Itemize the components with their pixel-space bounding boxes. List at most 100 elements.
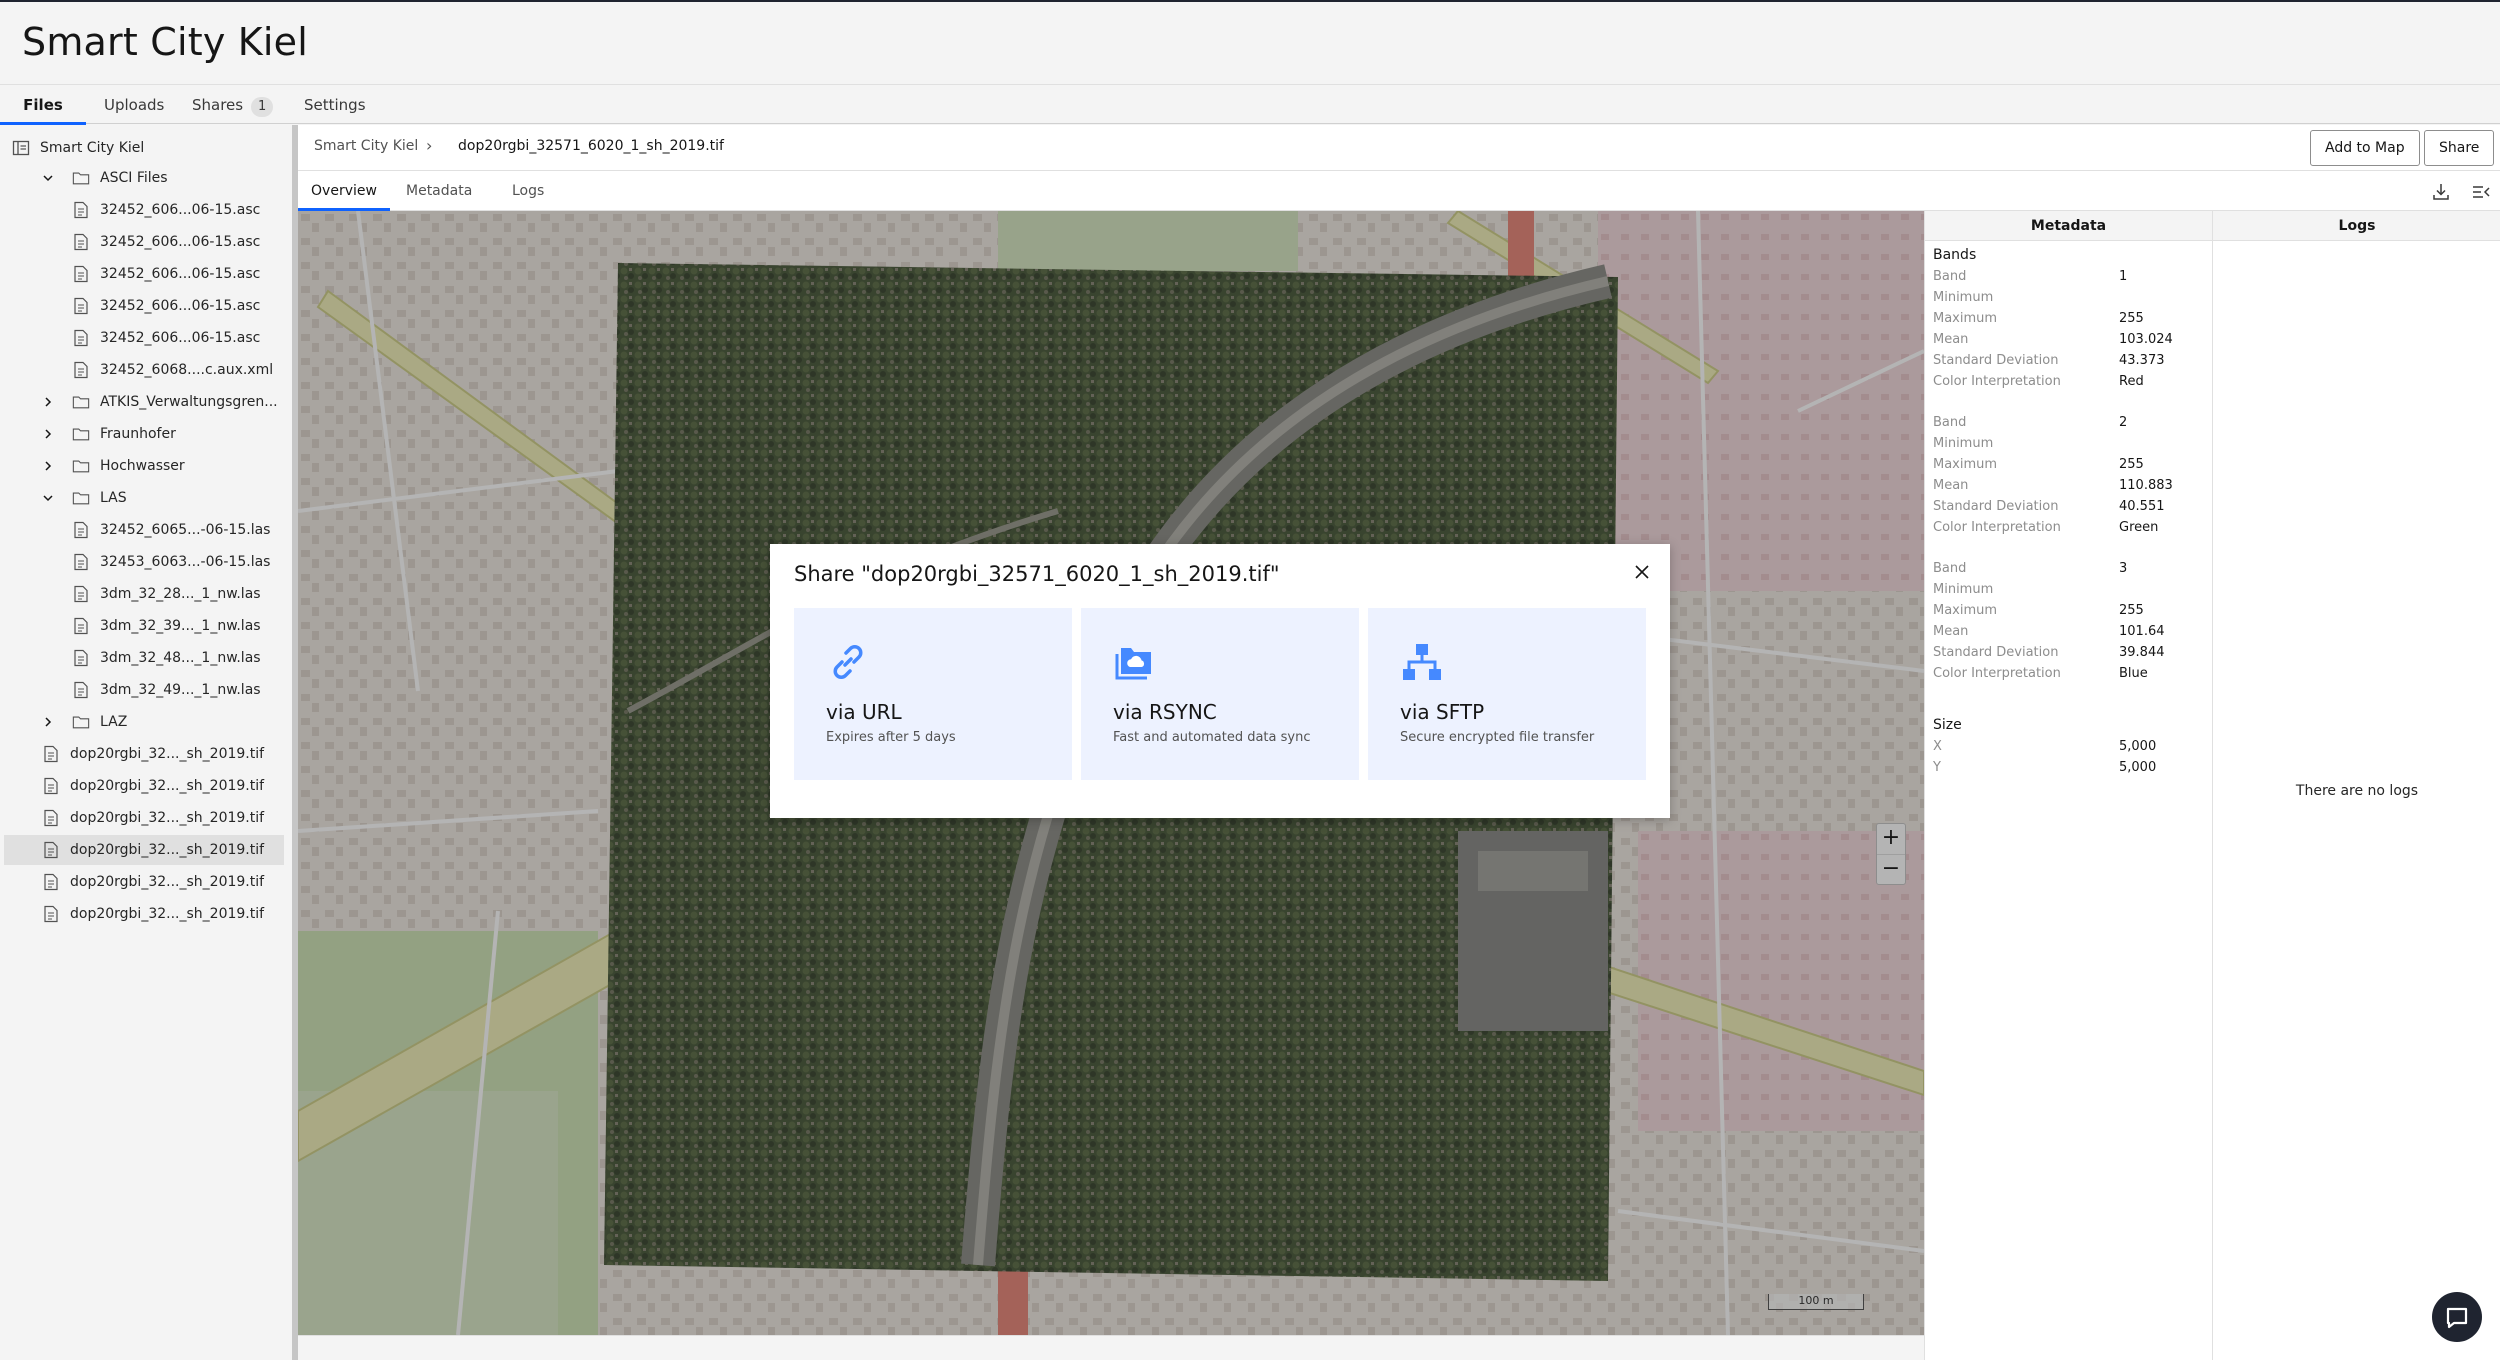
meta-value: Red (2119, 374, 2144, 389)
info-panel: Metadata Bands Band 1 Minimum Maximum 255 Mea… (1924, 211, 2500, 1360)
tree-file[interactable]: dop20rgbi_32..._sh_2019.tif (4, 899, 284, 929)
share-via-sftp-title: via SFTP (1400, 700, 1485, 724)
chevron-right-icon[interactable] (40, 426, 56, 442)
metadata-heading: Metadata (1925, 211, 2212, 241)
tree-item-label: 32452_606...06-15.asc (100, 298, 261, 314)
tab-shares[interactable]: Shares 1 (192, 85, 274, 125)
download-icon[interactable] (2430, 181, 2452, 203)
tree-file[interactable]: 32452_606...06-15.asc (4, 195, 284, 225)
add-to-map-button[interactable]: Add to Map (2310, 130, 2420, 166)
chevron-right-icon[interactable] (40, 714, 56, 730)
tree-item-label: dop20rgbi_32..._sh_2019.tif (70, 906, 265, 922)
band-1-band-row: Band 1 (1933, 269, 2203, 289)
folder-icon (72, 713, 90, 731)
share-via-rsync-title: via RSYNC (1113, 700, 1217, 724)
tree-item-label: 32452_606...06-15.asc (100, 266, 261, 282)
band-2-color-row: Color Interpretation Green (1933, 520, 2203, 540)
tree-folder[interactable]: LAZ (4, 707, 284, 737)
share-dialog-title: Share "dop20rgbi_32571_6020_1_sh_2019.ti… (794, 562, 1280, 586)
file-icon (72, 201, 90, 219)
meta-key: Minimum (1933, 582, 1994, 597)
size-y-row: Y 5,000 (1933, 760, 2203, 780)
meta-key: Band (1933, 415, 1967, 430)
tree-folder[interactable]: Hochwasser (4, 451, 284, 481)
share-via-rsync-option[interactable]: via RSYNC Fast and automated data sync (1081, 608, 1359, 780)
tree-file[interactable]: 32452_606...06-15.asc (4, 323, 284, 353)
tree-file[interactable]: dop20rgbi_32..._sh_2019.tif (4, 771, 284, 801)
file-icon (42, 841, 60, 859)
size-x-row: X 5,000 (1933, 739, 2203, 759)
tree-file[interactable]: 3dm_32_49..._1_nw.las (4, 675, 284, 705)
share-via-url-desc: Expires after 5 days (826, 730, 956, 745)
tree-file[interactable]: 32452_6065...-06-15.las (4, 515, 284, 545)
tree-folder[interactable]: LAS (4, 483, 284, 513)
breadcrumb-current: dop20rgbi_32571_6020_1_sh_2019.tif (458, 138, 724, 154)
folder-icon (72, 169, 90, 187)
tab-logs[interactable]: Logs (512, 171, 544, 211)
tree-folder[interactable]: Fraunhofer (4, 419, 284, 449)
chevron-right-icon[interactable] (40, 394, 56, 410)
tree-item-label: 32452_6065...-06-15.las (100, 522, 271, 538)
main-tabs: Files Uploads Shares 1 Settings (0, 84, 2500, 125)
file-icon (72, 265, 90, 283)
tree-folder[interactable]: ASCI Files (4, 163, 284, 193)
file-icon (42, 905, 60, 923)
band-1-std-row: Standard Deviation 43.373 (1933, 353, 2203, 373)
meta-key: Maximum (1933, 457, 1998, 472)
meta-key: Band (1933, 269, 1967, 284)
tree-file[interactable]: 32452_606...06-15.asc (4, 227, 284, 257)
file-icon (72, 233, 90, 251)
tree-file[interactable]: dop20rgbi_32..._sh_2019.tif (4, 835, 284, 865)
tab-files-label: Files (23, 96, 63, 114)
app-header: Smart City Kiel (0, 2, 2500, 82)
tree-file[interactable]: 32452_606...06-15.asc (4, 291, 284, 321)
tab-overview[interactable]: Overview (298, 171, 390, 211)
meta-key: Standard Deviation (1933, 499, 2059, 514)
size-y-label: Y (1933, 760, 1941, 775)
meta-value: Blue (2119, 666, 2148, 681)
tree-file[interactable]: 32452_606...06-15.asc (4, 259, 284, 289)
tree-root[interactable]: Smart City Kiel (12, 133, 292, 163)
tab-settings[interactable]: Settings (304, 85, 366, 125)
tab-metadata[interactable]: Metadata (406, 171, 472, 211)
tree-file[interactable]: 32452_6068....c.aux.xml (4, 355, 284, 385)
share-via-url-option[interactable]: via URL Expires after 5 days (794, 608, 1072, 780)
close-icon[interactable] (1632, 562, 1652, 582)
app-title: Smart City Kiel (22, 20, 308, 64)
file-icon (72, 361, 90, 379)
meta-value: 255 (2119, 603, 2144, 618)
band-3-maximum-row: Maximum 255 (1933, 603, 2203, 623)
share-via-sftp-option[interactable]: via SFTP Secure encrypted file transfer (1368, 608, 1646, 780)
tab-files[interactable]: Files (0, 85, 86, 125)
chevron-right-icon[interactable] (40, 458, 56, 474)
file-icon (72, 585, 90, 603)
meta-value: 2 (2119, 415, 2128, 430)
tree-file[interactable]: 3dm_32_39..._1_nw.las (4, 611, 284, 641)
chat-button[interactable] (2432, 1292, 2482, 1342)
share-dialog: Share "dop20rgbi_32571_6020_1_sh_2019.ti… (770, 544, 1670, 818)
meta-value: 110.883 (2119, 478, 2173, 493)
chevron-down-icon[interactable] (40, 170, 56, 186)
folder-icon (72, 425, 90, 443)
tree-file[interactable]: 3dm_32_48..._1_nw.las (4, 643, 284, 673)
tab-uploads[interactable]: Uploads (104, 85, 164, 125)
tree-file[interactable]: dop20rgbi_32..._sh_2019.tif (4, 739, 284, 769)
tree-item-label: 32453_6063...-06-15.las (100, 554, 271, 570)
map-footer (298, 1335, 1924, 1360)
breadcrumb-separator-icon: › (426, 136, 433, 155)
collapse-panel-icon[interactable] (2470, 181, 2492, 203)
tree-item-label: 3dm_32_48..._1_nw.las (100, 650, 261, 666)
band-1-color-row: Color Interpretation Red (1933, 374, 2203, 394)
tree-item-label: dop20rgbi_32..._sh_2019.tif (70, 778, 265, 794)
share-button[interactable]: Share (2424, 130, 2495, 166)
chevron-down-icon[interactable] (40, 490, 56, 506)
meta-key: Mean (1933, 478, 1969, 493)
tree-file[interactable]: 3dm_32_28..._1_nw.las (4, 579, 284, 609)
tree-file[interactable]: 32453_6063...-06-15.las (4, 547, 284, 577)
meta-key: Maximum (1933, 603, 1998, 618)
tree-folder[interactable]: ATKIS_Verwaltungsgren... (4, 387, 284, 417)
breadcrumb-root[interactable]: Smart City Kiel (314, 138, 418, 154)
tree-root-label: Smart City Kiel (40, 140, 145, 156)
tree-file[interactable]: dop20rgbi_32..._sh_2019.tif (4, 803, 284, 833)
tree-file[interactable]: dop20rgbi_32..._sh_2019.tif (4, 867, 284, 897)
